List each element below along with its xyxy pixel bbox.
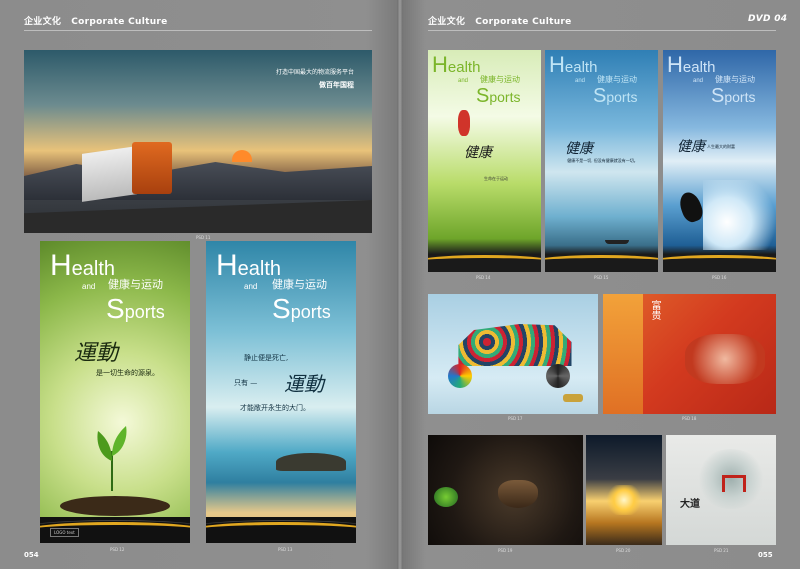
- poster-text: 生命在于运动: [484, 176, 508, 181]
- sports-title: Sports: [593, 85, 638, 107]
- truck-cab-shape: [132, 142, 172, 194]
- golden-city-poster: [586, 435, 662, 545]
- caption: PSD 13: [278, 547, 293, 552]
- left-header: 企业文化 Corporate Culture: [24, 14, 168, 27]
- ink-poster: 大道: [666, 435, 776, 545]
- health-title: Health: [549, 52, 598, 77]
- health-title: Health: [216, 249, 282, 282]
- car-collage-poster: [428, 294, 598, 414]
- caption: PSD 11: [196, 235, 211, 240]
- teapot-poster: [428, 435, 583, 545]
- caption: PSD 21: [714, 548, 729, 553]
- tagline: 是一切生命的源泉。: [96, 369, 159, 377]
- right-header-en: Corporate Culture: [475, 17, 572, 27]
- sea-line-3: 才能敞开永生的大门。: [240, 404, 310, 412]
- soil-shape: [60, 496, 170, 516]
- caption: PSD 15: [594, 275, 609, 280]
- sports-title: Sports: [272, 293, 331, 324]
- left-header-rule: [24, 30, 372, 31]
- dancer-figure: [458, 110, 470, 136]
- leaf-shape: [434, 487, 458, 507]
- sports-title: Sports: [476, 85, 521, 107]
- page-number-left: 054: [24, 551, 39, 559]
- dolphin-shape: [676, 189, 706, 225]
- cn-title: 健康与运动: [597, 75, 637, 84]
- poster-text: 人生最大的财富: [707, 144, 735, 149]
- sea-health-poster: Health and 健康与运动 Sports 静止便是死亡, 只有 — 運動 …: [206, 241, 356, 543]
- boat-shape: [605, 240, 629, 244]
- health-title: Health: [667, 52, 716, 77]
- rocks-shape: [276, 453, 346, 471]
- calligraphy: 運動: [74, 341, 119, 366]
- calligraphy: 健康: [464, 145, 492, 161]
- sun-shape: [232, 150, 252, 162]
- mountains-shape: [24, 162, 372, 200]
- calligraphy: 富贵: [649, 300, 660, 320]
- road-shape: [24, 200, 372, 233]
- caption: PSD 16: [712, 275, 727, 280]
- green-health-poster: Health and 健康与运动 Sports 運動 是一切生命的源泉。 LOG…: [40, 241, 190, 543]
- calligraphy: 健康: [677, 139, 705, 155]
- and-text: and: [693, 78, 704, 84]
- page-number-right: 055: [758, 551, 773, 559]
- cn-title: 健康与运动: [272, 279, 327, 291]
- and-text: and: [458, 78, 469, 84]
- and-text: and: [82, 282, 96, 291]
- splash-shape: [703, 180, 776, 250]
- small-poster-dolphin: Health and 健康与运动 Sports 健康 人生最大的财富: [663, 50, 776, 272]
- teapot-shape: [498, 480, 538, 508]
- glow-shape: [604, 485, 644, 515]
- health-title: Health: [50, 249, 116, 282]
- gold-wave: [428, 255, 541, 268]
- left-header-cn: 企业文化: [24, 17, 62, 27]
- caption: PSD 17: [508, 416, 523, 421]
- truck-slogan-1: 打造中国最大的物流服务平台: [275, 69, 354, 76]
- right-header-rule: [428, 30, 776, 31]
- sea-line-2: 只有 —: [234, 379, 258, 387]
- sports-title: Sports: [711, 85, 756, 107]
- left-header-en: Corporate Culture: [71, 17, 168, 27]
- right-header: 企业文化 Corporate Culture: [428, 14, 572, 27]
- caption: PSD 19: [498, 548, 513, 553]
- sprout-icon: [94, 421, 130, 491]
- caption: PSD 14: [476, 275, 491, 280]
- small-poster-seagull: Health and 健康与运动 Sports 健康 健康不是一切, 但没有健康…: [545, 50, 658, 272]
- caption: PSD 12: [110, 547, 125, 552]
- light-wave: [206, 520, 356, 535]
- calligraphy: 健康: [565, 141, 593, 157]
- caption: PSD 18: [682, 416, 697, 421]
- poster-text: 健康不是一切, 但没有健康就没有一切。: [567, 158, 638, 163]
- logo-box: LOGO text: [50, 528, 79, 537]
- caption: PSD 20: [616, 548, 631, 553]
- orange-band: [603, 294, 643, 414]
- calligraphy: 運動: [284, 372, 324, 396]
- small-car-shape: [563, 394, 583, 402]
- gate-shape: [722, 475, 746, 492]
- sports-title: Sports: [106, 293, 165, 324]
- cn-title: 健康与运动: [480, 75, 520, 84]
- small-poster-dancer: Health and 健康与运动 Sports 健康 生命在于运动: [428, 50, 541, 272]
- truck-poster: 打造中国最大的物流服务平台 做百年国程: [24, 50, 372, 233]
- gold-wave: [545, 255, 658, 268]
- sea-line-1: 静止便是死亡,: [244, 354, 289, 362]
- fortune-poster: 富贵: [603, 294, 776, 414]
- cn-title: 健康与运动: [108, 279, 163, 291]
- dvd-badge: DVD 04: [748, 14, 788, 24]
- and-text: and: [575, 78, 586, 84]
- cn-title: 健康与运动: [715, 75, 755, 84]
- wheel-right-shape: [546, 364, 570, 388]
- truck-slogan-2: 做百年国程: [319, 80, 354, 89]
- wheel-left-shape: [448, 364, 472, 388]
- book-gutter: [397, 0, 403, 569]
- calligraphy: 大道: [680, 499, 700, 510]
- truck-trailer-shape: [82, 146, 137, 202]
- and-text: and: [244, 282, 258, 291]
- figures-shape: [685, 334, 765, 384]
- health-title: Health: [432, 52, 481, 77]
- gold-wave: [663, 255, 776, 268]
- right-header-cn: 企业文化: [428, 17, 466, 27]
